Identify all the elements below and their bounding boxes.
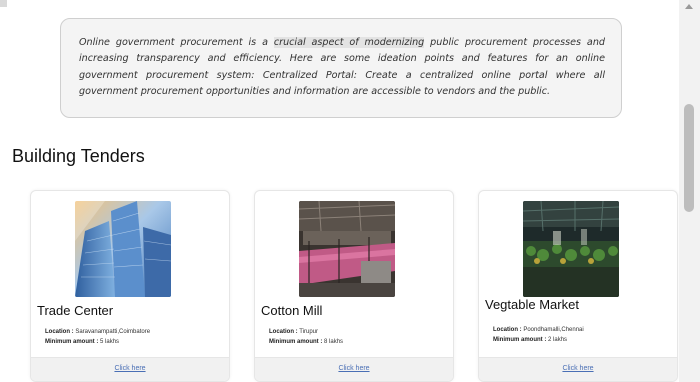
minimum-amount-label: Minimum amount : — [45, 339, 99, 345]
location-value: Saravanampatti,Coimbatore — [75, 329, 151, 335]
card-minimum-amount: Minimum amount : 8 lakhs — [269, 337, 343, 347]
location-value: Tirupur — [299, 329, 319, 335]
card-title: Vegtable Market — [485, 297, 579, 312]
tender-card-cotton-mill: Cotton Mill Location : Tirupur Minimum a… — [254, 190, 454, 382]
minimum-amount-value: 8 lakhs — [324, 339, 344, 345]
location-label: Location : — [45, 329, 74, 335]
card-title: Cotton Mill — [261, 303, 323, 318]
scroll-up-arrow-icon[interactable] — [685, 4, 693, 9]
card-title: Trade Center — [37, 303, 114, 318]
scrollbar-thumb[interactable] — [684, 104, 694, 212]
location-label: Location : — [493, 327, 522, 333]
card-footer: Click here — [255, 357, 453, 381]
intro-text-start: Online government procurement is a — [79, 37, 274, 48]
card-location: Location : Tirupur — [269, 327, 318, 337]
corner-mark — [0, 0, 7, 7]
minimum-amount-label: Minimum amount : — [269, 339, 323, 345]
card-footer: Click here — [479, 357, 677, 381]
location-label: Location : — [269, 329, 298, 335]
tender-card-vegtable-market: Vegtable Market Location : Poondhamalli,… — [478, 190, 678, 382]
card-minimum-amount: Minimum amount : 5 lakhs — [45, 337, 119, 347]
glass-skyscraper-image — [75, 201, 171, 297]
section-title: Building Tenders — [12, 146, 145, 166]
intro-text-highlight: crucial aspect of modernizing — [273, 37, 425, 48]
intro-description-box: Online government procurement is a cruci… — [60, 18, 622, 118]
textile-mill-image — [299, 201, 395, 297]
minimum-amount-value: 5 lakhs — [100, 339, 120, 345]
click-here-link[interactable]: Click here — [562, 365, 593, 372]
vertical-scrollbar[interactable] — [679, 0, 700, 382]
card-location: Location : Saravanampatti,Coimbatore — [45, 327, 150, 337]
minimum-amount-label: Minimum amount : — [493, 337, 547, 343]
card-minimum-amount: Minimum amount : 2 lakhs — [493, 335, 567, 345]
location-value: Poondhamalli,Chennai — [523, 327, 584, 333]
tender-card-trade-center: Trade Center Location : Saravanampatti,C… — [30, 190, 230, 382]
minimum-amount-value: 2 lakhs — [548, 337, 568, 343]
click-here-link[interactable]: Click here — [338, 365, 369, 372]
card-location: Location : Poondhamalli,Chennai — [493, 325, 584, 335]
vegetable-market-image — [523, 201, 619, 297]
card-footer: Click here — [31, 357, 229, 381]
click-here-link[interactable]: Click here — [114, 365, 145, 372]
